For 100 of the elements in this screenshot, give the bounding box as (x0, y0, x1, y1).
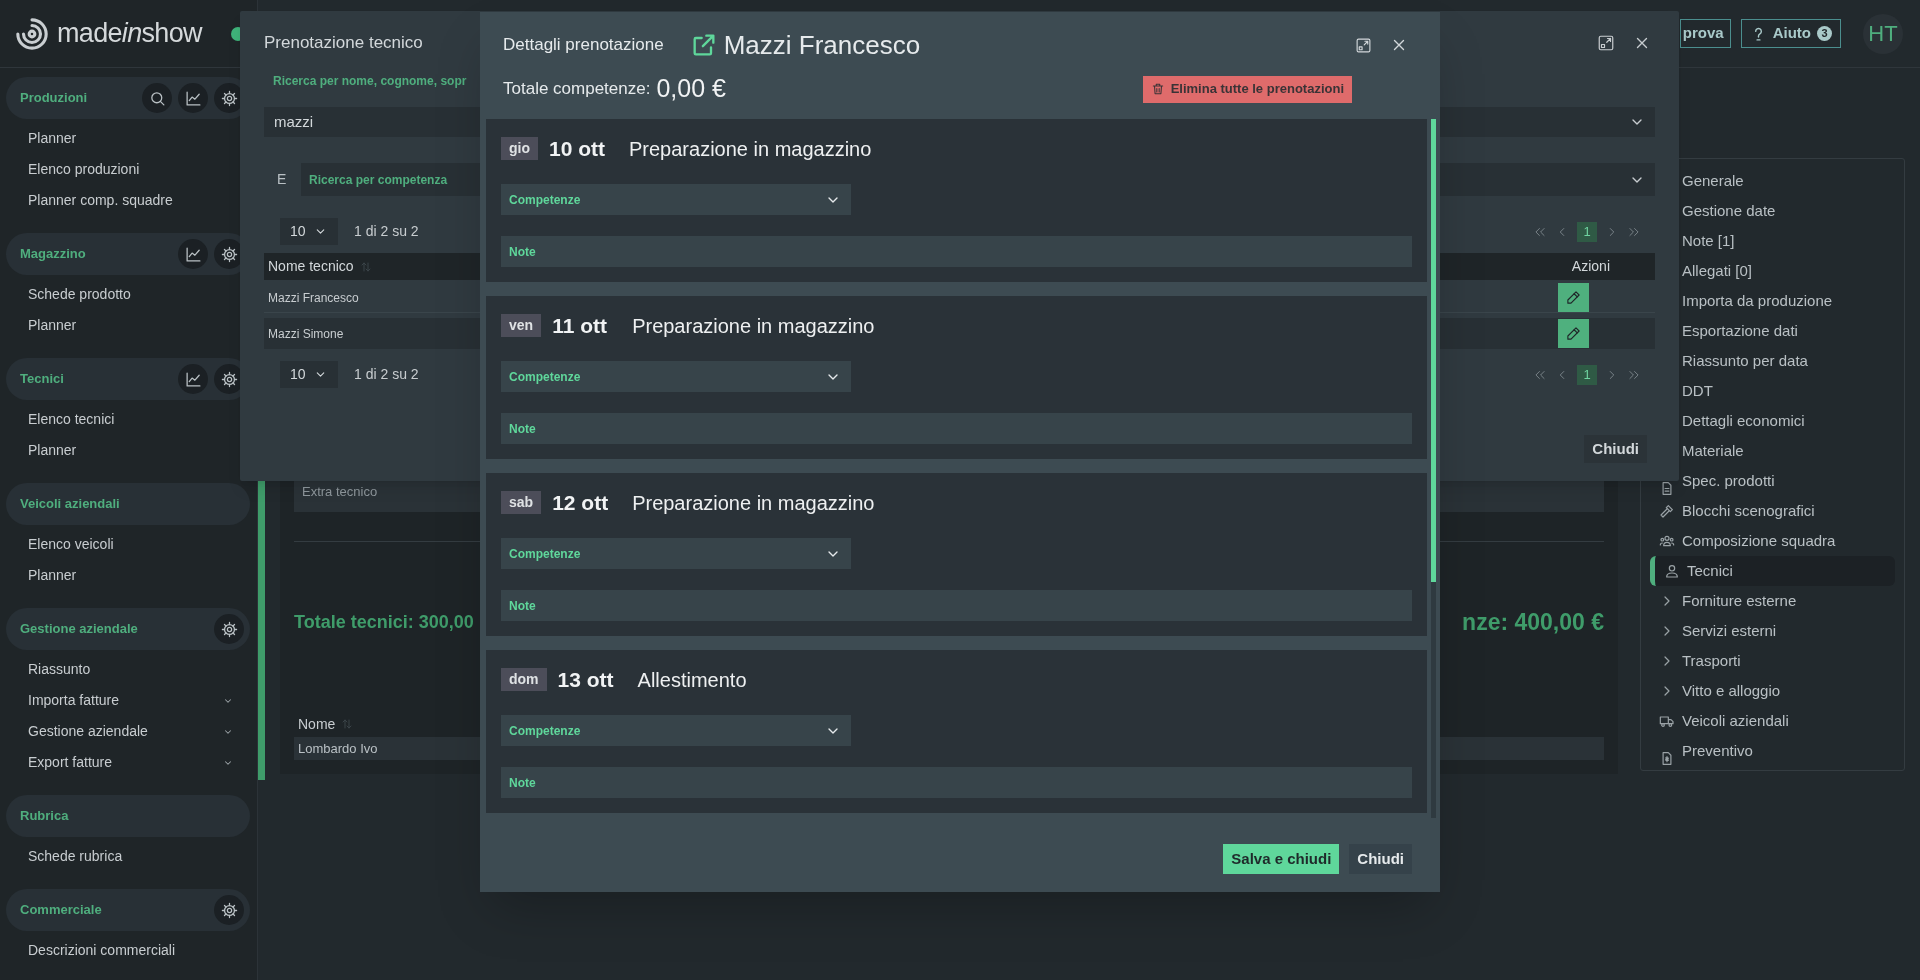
select-field[interactable]: Competenze (501, 184, 851, 215)
close-button[interactable]: Chiudi (1584, 435, 1647, 463)
activity-title: Allestimento (637, 667, 747, 693)
settings-button[interactable] (214, 614, 244, 644)
date-text: 13 ott (557, 666, 615, 693)
team-icon (1659, 533, 1675, 549)
page-size-select[interactable]: 10 (280, 361, 338, 388)
select-field[interactable]: Competenze (501, 538, 851, 569)
page-button[interactable]: 1 (1577, 364, 1597, 385)
settings-icon (220, 620, 238, 638)
header-button[interactable]: prova (1679, 19, 1731, 48)
menu-item[interactable]: Forniture esterne (1650, 586, 1895, 616)
settings-icon (220, 89, 238, 107)
help-button[interactable]: Aiuto 3 (1740, 19, 1841, 48)
connector-text: E (276, 170, 288, 189)
document-icon (1662, 752, 1672, 765)
menu-item[interactable]: Trasporti (1650, 646, 1895, 676)
section-header[interactable]: Veicoli aziendali (6, 483, 250, 525)
logo-text: madeinshow (57, 17, 202, 51)
delete-button[interactable]: Elimina tutte le prenotazioni (1142, 75, 1352, 103)
column-header: Azioni (1571, 257, 1610, 276)
document-icon (1662, 482, 1672, 495)
search-icon (148, 89, 166, 107)
edit-button[interactable] (1558, 283, 1589, 312)
trash-icon (1150, 82, 1165, 96)
activity-title: Preparazione in magazzino (632, 313, 875, 339)
section-header[interactable]: Gestione aziendale (6, 608, 250, 650)
select-field[interactable]: Competenze (501, 715, 851, 746)
person-icon (1664, 563, 1680, 579)
sidebar-item[interactable]: Elenco veicoli (0, 529, 257, 560)
menu-item[interactable]: Servizi esterni (1650, 616, 1895, 646)
scrollbar-thumb[interactable] (1431, 119, 1436, 582)
notes-field[interactable]: Note (501, 236, 1412, 267)
sidebar-item[interactable]: Planner (0, 560, 257, 591)
menu-item[interactable]: Blocchi scenografici (1650, 496, 1895, 526)
day-badge: ven (501, 314, 542, 337)
expand-icon (1354, 36, 1372, 54)
pencil-icon (1566, 290, 1581, 305)
sort-icon (341, 718, 354, 730)
notes-field[interactable]: Note (501, 590, 1412, 621)
sidebar-item[interactable]: Descrizioni commerciali (0, 935, 257, 966)
chart-icon (184, 89, 202, 107)
menu-item[interactable]: Vitto e alloggio (1650, 676, 1895, 706)
date-text: 12 ott (552, 489, 610, 516)
total-value: 0,00 € (656, 73, 726, 105)
hammer-icon (1659, 503, 1675, 519)
settings-icon (220, 370, 238, 388)
chart-icon (184, 245, 202, 263)
table-cell-text: Mazzi Francesco (268, 289, 359, 307)
sidebar-item[interactable]: Export fatture (0, 747, 257, 778)
search-button[interactable] (142, 83, 172, 113)
section-header[interactable]: Rubrica (6, 795, 250, 837)
day-badge: dom (501, 668, 547, 691)
column-header: Nome (298, 714, 336, 734)
settings-button[interactable] (214, 895, 244, 925)
truck-icon (1659, 713, 1675, 729)
sidebar-item[interactable]: Gestione aziendale (0, 716, 257, 747)
sidebar-item[interactable]: Riassunto (0, 654, 257, 685)
date-text: 11 ott (552, 312, 608, 339)
select-field[interactable]: Competenze (501, 361, 851, 392)
edit-button[interactable] (1558, 319, 1589, 348)
pencil-icon (1566, 326, 1581, 341)
day-badge: gio (501, 137, 538, 160)
menu-item[interactable]: Tecnici (1650, 556, 1895, 586)
day-badge: sab (501, 491, 542, 514)
total-text: Totale tecnici: 300,00 (294, 610, 474, 634)
dialog-title: Prenotazione tecnico (264, 32, 423, 55)
user-avatar[interactable]: HT (1863, 13, 1903, 54)
activity-title: Preparazione in magazzino (629, 136, 872, 162)
save-button[interactable]: Salva e chiudi (1223, 844, 1340, 874)
notes-field[interactable]: Note (501, 413, 1412, 444)
column-header: Nome tecnico (268, 257, 354, 276)
chart-icon (184, 370, 202, 388)
settings-icon (220, 901, 238, 919)
menu-item[interactable]: Composizione squadra (1650, 526, 1895, 556)
chart-button[interactable] (178, 364, 208, 394)
sidebar-item[interactable]: Schede rubrica (0, 841, 257, 872)
total-text: nze: 400,00 € (1462, 607, 1604, 637)
page-size-select[interactable]: 10 (280, 218, 338, 245)
menu-item[interactable]: Preventivo (1650, 736, 1895, 766)
person-name: Mazzi Francesco (723, 28, 921, 62)
chart-button[interactable] (178, 83, 208, 113)
section-header[interactable]: Commerciale (6, 889, 250, 931)
page-button[interactable]: 1 (1577, 221, 1597, 242)
table-cell-text: Lombardo Ivo (298, 739, 378, 758)
menu-item[interactable]: Veicoli aziendali (1650, 706, 1895, 736)
settings-icon (220, 245, 238, 263)
page-range: 1 di 2 su 2 (354, 365, 419, 384)
page-range: 1 di 2 su 2 (354, 222, 419, 241)
dialog-title: Dettagli prenotazione (503, 34, 664, 57)
date-text: 10 ott (549, 135, 606, 162)
menu-item[interactable]: Spec. prodotti (1650, 466, 1895, 496)
total-label: Totale competenze: (503, 78, 651, 101)
close-button[interactable]: Chiudi (1349, 844, 1412, 874)
notes-field[interactable]: Note (501, 767, 1412, 798)
activity-title: Preparazione in magazzino (632, 490, 875, 516)
count-badge: 3 (1817, 26, 1832, 41)
chart-button[interactable] (178, 239, 208, 269)
sidebar-item[interactable]: Importa fatture (0, 685, 257, 716)
expand-icon (1597, 34, 1615, 52)
